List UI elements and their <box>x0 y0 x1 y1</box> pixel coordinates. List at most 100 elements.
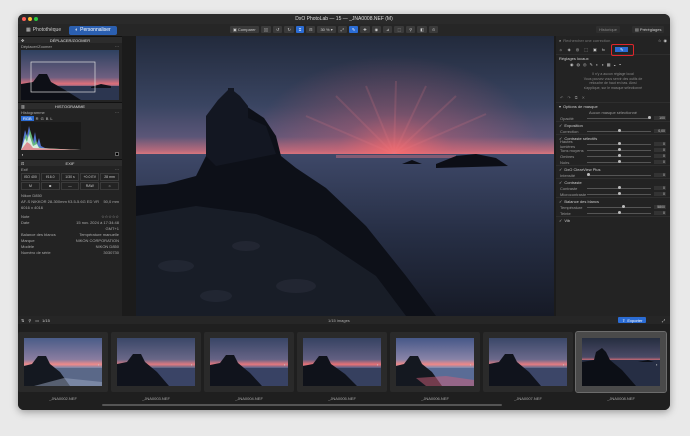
hist-mode-r[interactable]: R <box>36 116 39 121</box>
slider-knob[interactable] <box>617 211 621 214</box>
slider-knob[interactable] <box>617 142 621 145</box>
check-icon[interactable]: ✓ <box>559 180 562 185</box>
slider-track[interactable] <box>587 160 651 163</box>
redo-icon[interactable]: ↷ <box>567 95 570 100</box>
check-icon[interactable]: ✓ <box>559 218 562 223</box>
slider-track[interactable] <box>587 148 651 151</box>
thumbnail[interactable]: ▪ <box>390 332 480 392</box>
eye-icon[interactable]: ◉ <box>664 38 668 43</box>
move-zoom-header[interactable]: Déplacer/Zoomer ⋯ <box>18 43 122 49</box>
rotate-right-button[interactable]: ↻ <box>284 26 294 33</box>
check-icon[interactable]: ✓ <box>559 123 562 128</box>
section-contrast[interactable]: ✓ Contraste <box>556 178 670 185</box>
horizon-button[interactable]: ⊿ <box>383 26 393 33</box>
folder-icon[interactable]: ▭ <box>35 318 39 323</box>
copy-icon[interactable]: ⧉ <box>575 95 578 100</box>
minimize-window-button[interactable] <box>28 17 32 21</box>
clip-warning-icon[interactable] <box>115 152 119 156</box>
mask-tool-1-icon[interactable]: ◉ <box>570 62 574 67</box>
tab-phototheque[interactable]: ▦ Photothèque <box>20 26 67 35</box>
filmstrip-scrollbar[interactable] <box>102 404 502 406</box>
watermark-palette-icon[interactable]: ▣ <box>593 47 597 52</box>
check-icon[interactable]: ✓ <box>559 167 562 172</box>
mask-tool-3-icon[interactable]: ◎ <box>583 62 587 67</box>
navigator-preview[interactable] <box>21 50 119 100</box>
light-palette-icon[interactable]: ☼ <box>559 47 563 52</box>
slider-knob[interactable] <box>617 148 621 151</box>
undo-icon[interactable]: ↶ <box>560 95 563 100</box>
mask-tool-6-icon[interactable]: ◑ <box>601 62 603 67</box>
fit-button[interactable]: ⤢ <box>337 26 347 33</box>
fx-palette-icon[interactable]: fx <box>602 47 605 52</box>
slider-track[interactable] <box>587 116 651 119</box>
color-palette-icon[interactable]: ◈ <box>568 47 571 52</box>
history-button[interactable]: Historique <box>596 26 621 33</box>
slider-knob[interactable] <box>617 129 621 132</box>
slider-knob[interactable] <box>617 186 621 189</box>
rating-stars[interactable]: ☆☆☆☆☆ <box>101 214 119 219</box>
repair-button[interactable]: ✚ <box>360 26 370 33</box>
section-histogram[interactable]: ▥ HISTOGRAMME <box>18 102 122 109</box>
mask-button[interactable]: ◉ <box>371 26 382 33</box>
slider-track[interactable] <box>587 192 651 195</box>
thumbnail[interactable]: ▪ <box>111 332 201 392</box>
mask-tool-5-icon[interactable]: ◐ <box>596 62 598 67</box>
local-adjust-button[interactable]: ✎ <box>348 26 359 33</box>
delete-icon[interactable]: ✕ <box>582 95 585 100</box>
tab-personnaliser[interactable]: ◐ Personnaliser <box>69 25 117 35</box>
perspective-button[interactable]: ⬚ <box>394 26 405 33</box>
check-icon[interactable]: ✓ <box>559 199 562 204</box>
filter-icon[interactable]: ⚲ <box>28 318 31 323</box>
thumbnail[interactable]: ▪ <box>483 332 573 392</box>
zoom-select[interactable]: 30 % ▾ <box>317 26 336 33</box>
compare-button[interactable]: ▣ Comparer <box>230 26 259 33</box>
slider-track[interactable] <box>587 186 651 189</box>
presets-button[interactable]: ▤ Préréglages <box>632 26 665 33</box>
mask-tool-7-icon[interactable]: ▦ <box>607 62 611 67</box>
view-mode-button[interactable]: ▯▯ <box>260 26 272 33</box>
slider-knob[interactable] <box>617 160 621 163</box>
mask-options-header[interactable]: ▾ Options de masque <box>556 102 670 109</box>
slider-knob[interactable] <box>648 116 651 119</box>
geometry-palette-icon[interactable]: ⬚ <box>584 47 588 52</box>
section-white-balance[interactable]: ✓ Balance des blancs <box>556 197 670 204</box>
loupe-button[interactable]: ⊙ <box>428 26 439 33</box>
compare-side-button[interactable]: ◧ <box>417 26 427 33</box>
fullscreen-icon[interactable]: ⤢ <box>662 318 665 323</box>
mask-tool-4-icon[interactable]: ✎ <box>590 62 593 67</box>
thumbnail[interactable]: ▪ <box>18 332 108 392</box>
slider-track[interactable] <box>587 211 651 214</box>
close-window-button[interactable] <box>22 17 26 21</box>
thumbnail[interactable]: ▪ <box>297 332 387 392</box>
star-icon[interactable]: ☆ <box>658 38 662 43</box>
export-button[interactable]: ⇪ Exporter <box>618 317 647 323</box>
straighten-button[interactable]: ⊟ <box>306 26 316 33</box>
detail-palette-icon[interactable]: ◎ <box>576 47 580 52</box>
hist-mode-l[interactable]: L <box>50 116 52 121</box>
image-viewer[interactable] <box>136 36 554 316</box>
mask-tool-9-icon[interactable]: ◓ <box>619 62 621 67</box>
exposure-warning-icon[interactable]: ◑ <box>21 152 23 157</box>
slider-knob[interactable] <box>617 192 621 195</box>
local-adjust-palette-icon[interactable]: ✎ <box>610 43 634 56</box>
hist-mode-rgb[interactable]: RGB <box>21 115 34 121</box>
thumbnail[interactable]: ▪ <box>204 332 294 392</box>
slider-knob[interactable] <box>622 205 626 208</box>
thumbnail-selected[interactable]: ▪ <box>575 331 667 393</box>
slider-track[interactable] <box>587 173 651 176</box>
sort-icon[interactable]: ⇅ <box>21 318 24 323</box>
slider-track[interactable] <box>587 142 651 145</box>
mask-tool-2-icon[interactable]: ◍ <box>577 62 581 67</box>
search-input[interactable]: Rechercher une correction <box>563 38 656 43</box>
section-move-zoom[interactable]: ✥ DÉPLACER/ZOOMER <box>18 36 122 43</box>
section-exposure[interactable]: ✓ Exposition <box>556 121 670 128</box>
slider-knob[interactable] <box>617 154 621 157</box>
eyedropper-button[interactable]: ⚲ <box>406 26 416 33</box>
section-clearview[interactable]: ✓ DxO ClearView Plus <box>556 165 670 172</box>
zoom-window-button[interactable] <box>34 17 38 21</box>
slider-track[interactable] <box>587 154 651 157</box>
crop-tool-button[interactable]: ⌗ <box>295 26 305 33</box>
slider-track[interactable] <box>587 129 651 132</box>
mask-tool-8-icon[interactable]: ◒ <box>613 62 615 67</box>
section-vibrance[interactable]: ✓ Vib <box>556 216 670 223</box>
